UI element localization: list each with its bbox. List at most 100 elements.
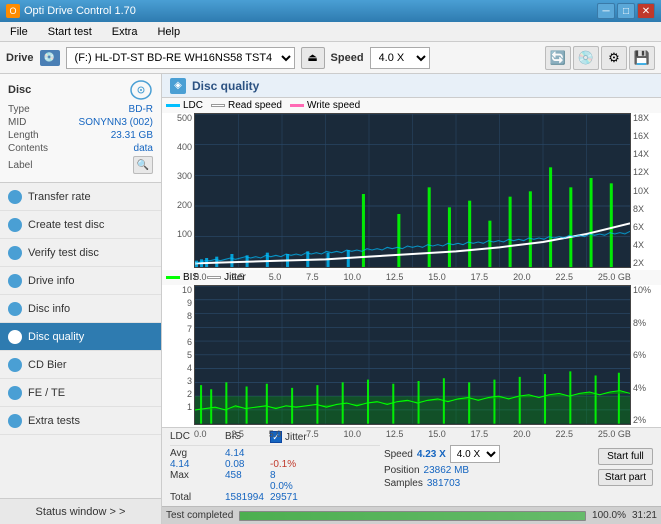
speed-label: Speed xyxy=(331,52,364,64)
close-button[interactable]: ✕ xyxy=(637,3,655,19)
nav-transfer-rate[interactable]: Transfer rate xyxy=(0,183,161,211)
drivebar: Drive 💿 (F:) HL-DT-ST BD-RE WH16NS58 TST… xyxy=(0,42,661,74)
nav-label: Transfer rate xyxy=(28,191,91,203)
speed-select[interactable]: 4.0 X xyxy=(370,47,430,69)
chart1-svg-container: 0.02.55.07.510.012.515.017.520.022.525.0… xyxy=(194,113,631,268)
speed-position-area: Speed 4.23 X 4.0 X Position 23862 MB Sam… xyxy=(384,445,594,489)
contents-value: data xyxy=(134,143,153,154)
speed-stat-label: Speed xyxy=(384,449,413,460)
nav-fe-te[interactable]: FE / TE xyxy=(0,379,161,407)
chart1-x-labels: 0.02.55.07.510.012.515.017.520.022.525.0… xyxy=(194,272,631,282)
chart2-svg-container: 0.02.55.07.510.012.515.017.520.022.525.0… xyxy=(194,285,631,425)
disc-panel-icon xyxy=(129,80,153,100)
menu-extra[interactable]: Extra xyxy=(106,24,144,40)
progress-text: Test completed xyxy=(166,510,233,521)
status-window-button[interactable]: Status window > > xyxy=(0,498,161,524)
nav-label: Drive info xyxy=(28,275,74,287)
titlebar: O Opti Drive Control 1.70 ─ □ ✕ xyxy=(0,0,661,22)
chart2-y-axis: 10 9 8 7 6 5 4 3 2 1 0 xyxy=(166,285,194,425)
drive-icon: 💿 xyxy=(40,50,60,66)
start-part-button[interactable]: Start part xyxy=(598,469,653,486)
total-row: Total 1581994 29571 xyxy=(170,492,380,503)
settings-button[interactable]: ⚙ xyxy=(601,46,627,70)
max-row: Max 458 8 xyxy=(170,470,380,481)
disc-mid-row: MID SONYNN3 (002) xyxy=(8,117,153,128)
avg-bis-val: 0.08 xyxy=(225,459,270,470)
avg-values-row: 4.14 0.08 -0.1% xyxy=(170,459,380,470)
chart1-legend: LDC Read speed Write speed xyxy=(162,98,661,113)
nav-circle-icon xyxy=(8,190,22,204)
position-value: 23862 MB xyxy=(424,465,470,476)
avg-ldc: 4.14 xyxy=(225,448,270,459)
max-ldc-val: 458 xyxy=(225,470,270,481)
max-jitter-val: 0.0% xyxy=(270,481,350,492)
mid-value: SONYNN3 (002) xyxy=(79,117,153,128)
disc-quality-icon: ◈ xyxy=(170,78,186,94)
bis-color xyxy=(166,276,180,279)
ldc-label: LDC xyxy=(183,100,203,111)
chart2-area: 10 9 8 7 6 5 4 3 2 1 0 xyxy=(162,285,661,427)
samples-label: Samples xyxy=(384,478,423,489)
chart2-y-axis-right: 10% 8% 6% 4% 2% xyxy=(631,285,657,425)
menu-help[interactable]: Help xyxy=(151,24,186,40)
nav-circle-icon xyxy=(8,274,22,288)
menu-file[interactable]: File xyxy=(4,24,34,40)
menubar: File Start test Extra Help xyxy=(0,22,661,42)
drive-select[interactable]: (F:) HL-DT-ST BD-RE WH16NS58 TST4 xyxy=(66,47,295,69)
disc-quality-title: Disc quality xyxy=(192,79,259,93)
legend-write-speed: Write speed xyxy=(290,100,360,111)
nav-label: Create test disc xyxy=(28,219,104,231)
save-button[interactable]: 💾 xyxy=(629,46,655,70)
type-key: Type xyxy=(8,104,30,115)
total-bis-val: 29571 xyxy=(270,492,350,503)
nav-extra-tests[interactable]: Extra tests xyxy=(0,407,161,435)
max-label: Max xyxy=(170,470,225,481)
max-bis-val: 8 xyxy=(270,470,350,481)
avg-ldc-val: 4.14 xyxy=(170,459,225,470)
disc-panel: Disc Type BD-R MID SONYNN3 (002) Length xyxy=(0,74,161,183)
label-button[interactable]: 🔍 xyxy=(133,156,153,174)
label-key: Label xyxy=(8,160,32,171)
app-icon: O xyxy=(6,4,20,18)
speed-stat-value: 4.23 X xyxy=(417,449,446,460)
type-value: BD-R xyxy=(129,104,153,115)
nav-circle-icon xyxy=(8,302,22,316)
avg-row: Avg 4.14 xyxy=(170,448,380,459)
disc-type-row: Type BD-R xyxy=(8,104,153,115)
chart2-wrapper: BIS Jitter 10 9 8 7 6 5 xyxy=(162,270,661,427)
nav-verify-test-disc[interactable]: Verify test disc xyxy=(0,239,161,267)
maximize-button[interactable]: □ xyxy=(617,3,635,19)
total-label: Total xyxy=(170,492,225,503)
nav-circle-icon xyxy=(8,246,22,260)
sidebar: Disc Type BD-R MID SONYNN3 (002) Length xyxy=(0,74,162,524)
nav-items: Transfer rate Create test disc Verify te… xyxy=(0,183,161,498)
nav-label: Verify test disc xyxy=(28,247,99,259)
nav-disc-quality[interactable]: Disc quality xyxy=(0,323,161,351)
nav-cd-bier[interactable]: CD Bier xyxy=(0,351,161,379)
minimize-button[interactable]: ─ xyxy=(597,3,615,19)
charts-container: LDC Read speed Write speed 500 xyxy=(162,98,661,427)
nav-label: FE / TE xyxy=(28,387,65,399)
eject-button[interactable]: ⏏ xyxy=(301,47,325,69)
legend-ldc: LDC xyxy=(166,100,203,111)
nav-disc-info[interactable]: Disc info xyxy=(0,295,161,323)
disc-header: Disc xyxy=(8,80,153,100)
disc-button[interactable]: 💿 xyxy=(573,46,599,70)
max-jitter-row: 0.0% xyxy=(170,481,380,492)
nav-label: Extra tests xyxy=(28,415,80,427)
progress-percent: 100.0% xyxy=(592,510,626,521)
progress-time: 31:21 xyxy=(632,510,657,521)
disc-title: Disc xyxy=(8,84,31,96)
nav-label: Disc info xyxy=(28,303,70,315)
start-buttons: Start full Start part xyxy=(598,448,653,486)
menu-start-test[interactable]: Start test xyxy=(42,24,98,40)
start-full-button[interactable]: Start full xyxy=(598,448,653,465)
speed-stat-select[interactable]: 4.0 X xyxy=(450,445,500,463)
refresh-button[interactable]: 🔄 xyxy=(545,46,571,70)
titlebar-buttons: ─ □ ✕ xyxy=(597,3,655,19)
nav-create-test-disc[interactable]: Create test disc xyxy=(0,211,161,239)
nav-circle-icon xyxy=(8,414,22,428)
disc-length-row: Length 23.31 GB xyxy=(8,130,153,141)
nav-drive-info[interactable]: Drive info xyxy=(0,267,161,295)
disc-contents-row: Contents data xyxy=(8,143,153,154)
